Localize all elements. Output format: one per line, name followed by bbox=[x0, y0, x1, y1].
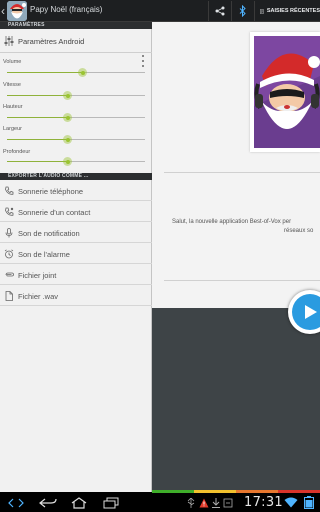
sync-icon bbox=[223, 496, 233, 509]
android-settings-row[interactable]: Paramètres Android bbox=[0, 30, 152, 52]
bluetooth-icon bbox=[239, 5, 246, 17]
slider-fill bbox=[7, 117, 68, 118]
back-arrow-icon bbox=[39, 498, 57, 507]
section-header-parameters: PARAMÈTRES bbox=[0, 22, 152, 29]
recent-apps-icon bbox=[103, 497, 119, 508]
alarm-clock-icon bbox=[4, 249, 14, 259]
share-icon bbox=[215, 6, 224, 16]
status-clock: 17:31 bbox=[244, 495, 283, 510]
section-header-export: EXPORTER L'AUDIO COMME ... bbox=[0, 173, 152, 180]
share-button[interactable] bbox=[208, 1, 230, 21]
menu-item-label: Fichier joint bbox=[18, 271, 57, 280]
menu-item-label: Fichier .wav bbox=[18, 292, 59, 301]
width-slider[interactable] bbox=[7, 135, 145, 144]
back-nav-button[interactable] bbox=[38, 496, 58, 509]
santa-avatar-icon[interactable] bbox=[7, 1, 27, 21]
android-settings-label: Paramètres Android bbox=[18, 37, 85, 46]
recent-entries-button[interactable]: SAISIES RÉCENTES bbox=[254, 1, 320, 21]
wifi-icon bbox=[284, 496, 298, 509]
system-navigation-bar: 17:31 bbox=[0, 493, 320, 512]
slider-thumb[interactable] bbox=[63, 113, 73, 122]
sliders-icon bbox=[4, 36, 14, 46]
file-icon bbox=[5, 291, 13, 301]
play-icon bbox=[305, 305, 317, 319]
export-contact-ringtone-item[interactable]: Sonnerie d'un contact bbox=[0, 202, 152, 222]
recent-list-icon bbox=[260, 8, 264, 14]
slider-fill bbox=[7, 139, 68, 140]
home-nav-button[interactable] bbox=[70, 496, 88, 509]
collapse-icon bbox=[8, 498, 24, 507]
divider bbox=[164, 280, 320, 281]
recent-entries-label: SAISIES RÉCENTES bbox=[266, 8, 320, 14]
download-icon bbox=[211, 496, 221, 509]
overflow-menu-icon[interactable] bbox=[140, 55, 146, 67]
pitch-slider[interactable] bbox=[7, 113, 145, 122]
menu-item-label: Sonnerie téléphone bbox=[18, 187, 84, 196]
play-button[interactable] bbox=[288, 290, 320, 334]
recent-apps-nav-button[interactable] bbox=[102, 496, 120, 509]
play-button-inner bbox=[292, 294, 320, 330]
santa-image bbox=[254, 36, 320, 148]
volume-label: Volume bbox=[3, 59, 22, 65]
export-alarm-item[interactable]: Son de l'alarme bbox=[0, 244, 152, 264]
slider-thumb[interactable] bbox=[63, 135, 73, 144]
description-text: Salut, la nouvelle application Best-of-V… bbox=[172, 219, 292, 225]
slider-fill bbox=[7, 161, 68, 162]
contact-phone-icon bbox=[5, 207, 14, 216]
divider bbox=[0, 52, 152, 53]
divider bbox=[164, 172, 320, 173]
menu-item-label: Son de notification bbox=[18, 229, 80, 238]
slider-fill bbox=[7, 95, 68, 96]
bluetooth-button[interactable] bbox=[231, 1, 253, 21]
speed-label: Vitesse bbox=[3, 82, 21, 88]
settings-panel: PARAMÈTRES Paramètres Android Volume Vit… bbox=[0, 22, 152, 492]
attachment-icon bbox=[5, 272, 14, 277]
speed-slider[interactable] bbox=[7, 91, 145, 100]
player-area bbox=[152, 290, 320, 490]
microphone-icon bbox=[5, 228, 13, 238]
slider-fill bbox=[7, 72, 83, 73]
action-bar: ‹ Papy Noël (français) SAISIES RÉCENTES bbox=[0, 0, 320, 22]
warning-icon bbox=[199, 496, 209, 509]
usb-status-icon bbox=[186, 496, 196, 509]
menu-item-label: Sonnerie d'un contact bbox=[18, 208, 91, 217]
description-text-continued: réseaux so bbox=[284, 228, 314, 234]
volume-slider[interactable] bbox=[7, 68, 145, 77]
collapse-nav-button[interactable] bbox=[8, 496, 24, 509]
home-icon bbox=[71, 496, 87, 509]
depth-label: Profondeur bbox=[3, 149, 31, 155]
slider-thumb[interactable] bbox=[78, 68, 88, 77]
export-wav-item[interactable]: Fichier .wav bbox=[0, 286, 152, 306]
battery-icon bbox=[302, 496, 316, 509]
depth-slider[interactable] bbox=[7, 157, 145, 166]
slider-thumb[interactable] bbox=[63, 157, 73, 166]
width-label: Largeur bbox=[3, 126, 22, 132]
menu-item-label: Son de l'alarme bbox=[18, 250, 70, 259]
santa-image-card[interactable] bbox=[250, 32, 320, 152]
app-title: Papy Noël (français) bbox=[30, 5, 103, 14]
export-notification-item[interactable]: Son de notification bbox=[0, 223, 152, 243]
slider-thumb[interactable] bbox=[63, 91, 73, 100]
pitch-label: Hauteur bbox=[3, 104, 23, 110]
export-ringtone-item[interactable]: Sonnerie téléphone bbox=[0, 181, 152, 201]
export-attachment-item[interactable]: Fichier joint bbox=[0, 265, 152, 285]
content-area: Salut, la nouvelle application Best-of-V… bbox=[152, 22, 320, 308]
phone-icon bbox=[5, 186, 14, 195]
